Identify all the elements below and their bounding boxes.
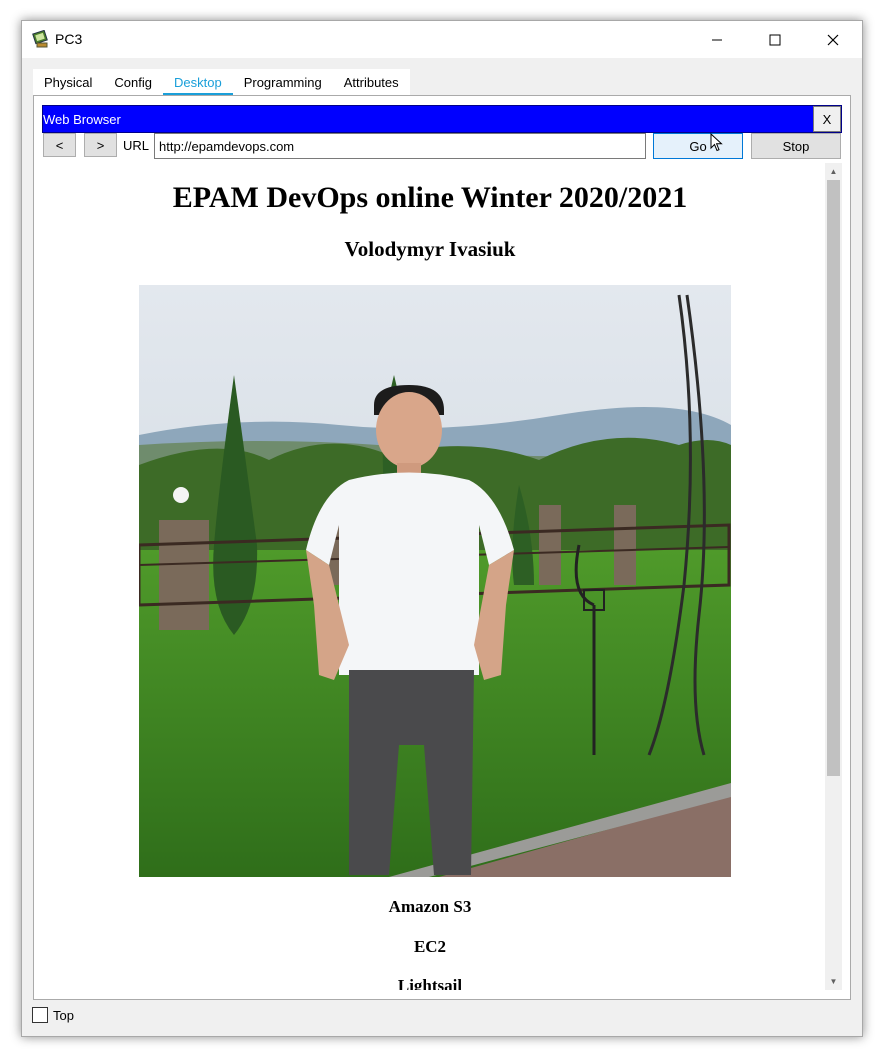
page-heading: EPAM DevOps online Winter 2020/2021 [172,181,688,214]
close-icon [827,34,839,45]
service-item-amazon-s3: Amazon S3 [388,897,472,916]
service-item-ec2: EC2 [413,937,447,956]
forward-button[interactable]: > [84,133,117,157]
title-bar[interactable]: PC3 [22,21,862,58]
maximize-icon [769,34,781,45]
top-checkbox[interactable] [32,1007,48,1023]
scroll-up-arrow-icon[interactable]: ▲ [825,163,842,180]
tab-programming[interactable]: Programming [232,69,333,95]
stop-button[interactable]: Stop [751,133,841,159]
web-browser-titlebar: Web Browser X [42,105,842,133]
url-input[interactable] [154,133,646,159]
web-browser-close-button[interactable]: X [813,106,841,132]
top-checkbox-label: Top [53,1008,74,1023]
tab-attributes[interactable]: Attributes [332,69,410,95]
go-button[interactable]: Go [653,133,743,159]
pc3-window: PC3 Physical Config Desktop Programming … [21,20,863,1037]
tab-physical[interactable]: Physical [33,69,104,95]
service-item-lightsail: Lightsail [397,976,463,990]
tab-config[interactable]: Config [103,69,163,95]
maximize-button[interactable] [746,21,804,58]
close-button[interactable] [804,21,862,58]
desktop-panel: Web Browser X < > URL Go Stop EPAM DevOp… [33,95,851,1000]
scroll-thumb[interactable] [827,180,840,776]
profile-photo [139,285,731,877]
minimize-button[interactable] [688,21,746,58]
url-label: URL [123,138,150,153]
window-title: PC3 [55,31,83,47]
vertical-scrollbar[interactable]: ▲ ▼ [825,163,842,990]
web-page-content: EPAM DevOps online Winter 2020/2021 Volo… [35,163,825,990]
back-button[interactable]: < [43,133,76,157]
web-browser-title: Web Browser [43,112,121,127]
minimize-icon [712,39,722,40]
tab-desktop[interactable]: Desktop [163,69,233,96]
tab-bar: Physical Config Desktop Programming Attr… [33,69,410,96]
scroll-down-arrow-icon[interactable]: ▼ [825,973,842,990]
mouse-cursor-icon [710,133,723,152]
page-subheading: Volodymyr Ivasiuk [344,237,516,261]
pc-app-icon [32,30,48,48]
